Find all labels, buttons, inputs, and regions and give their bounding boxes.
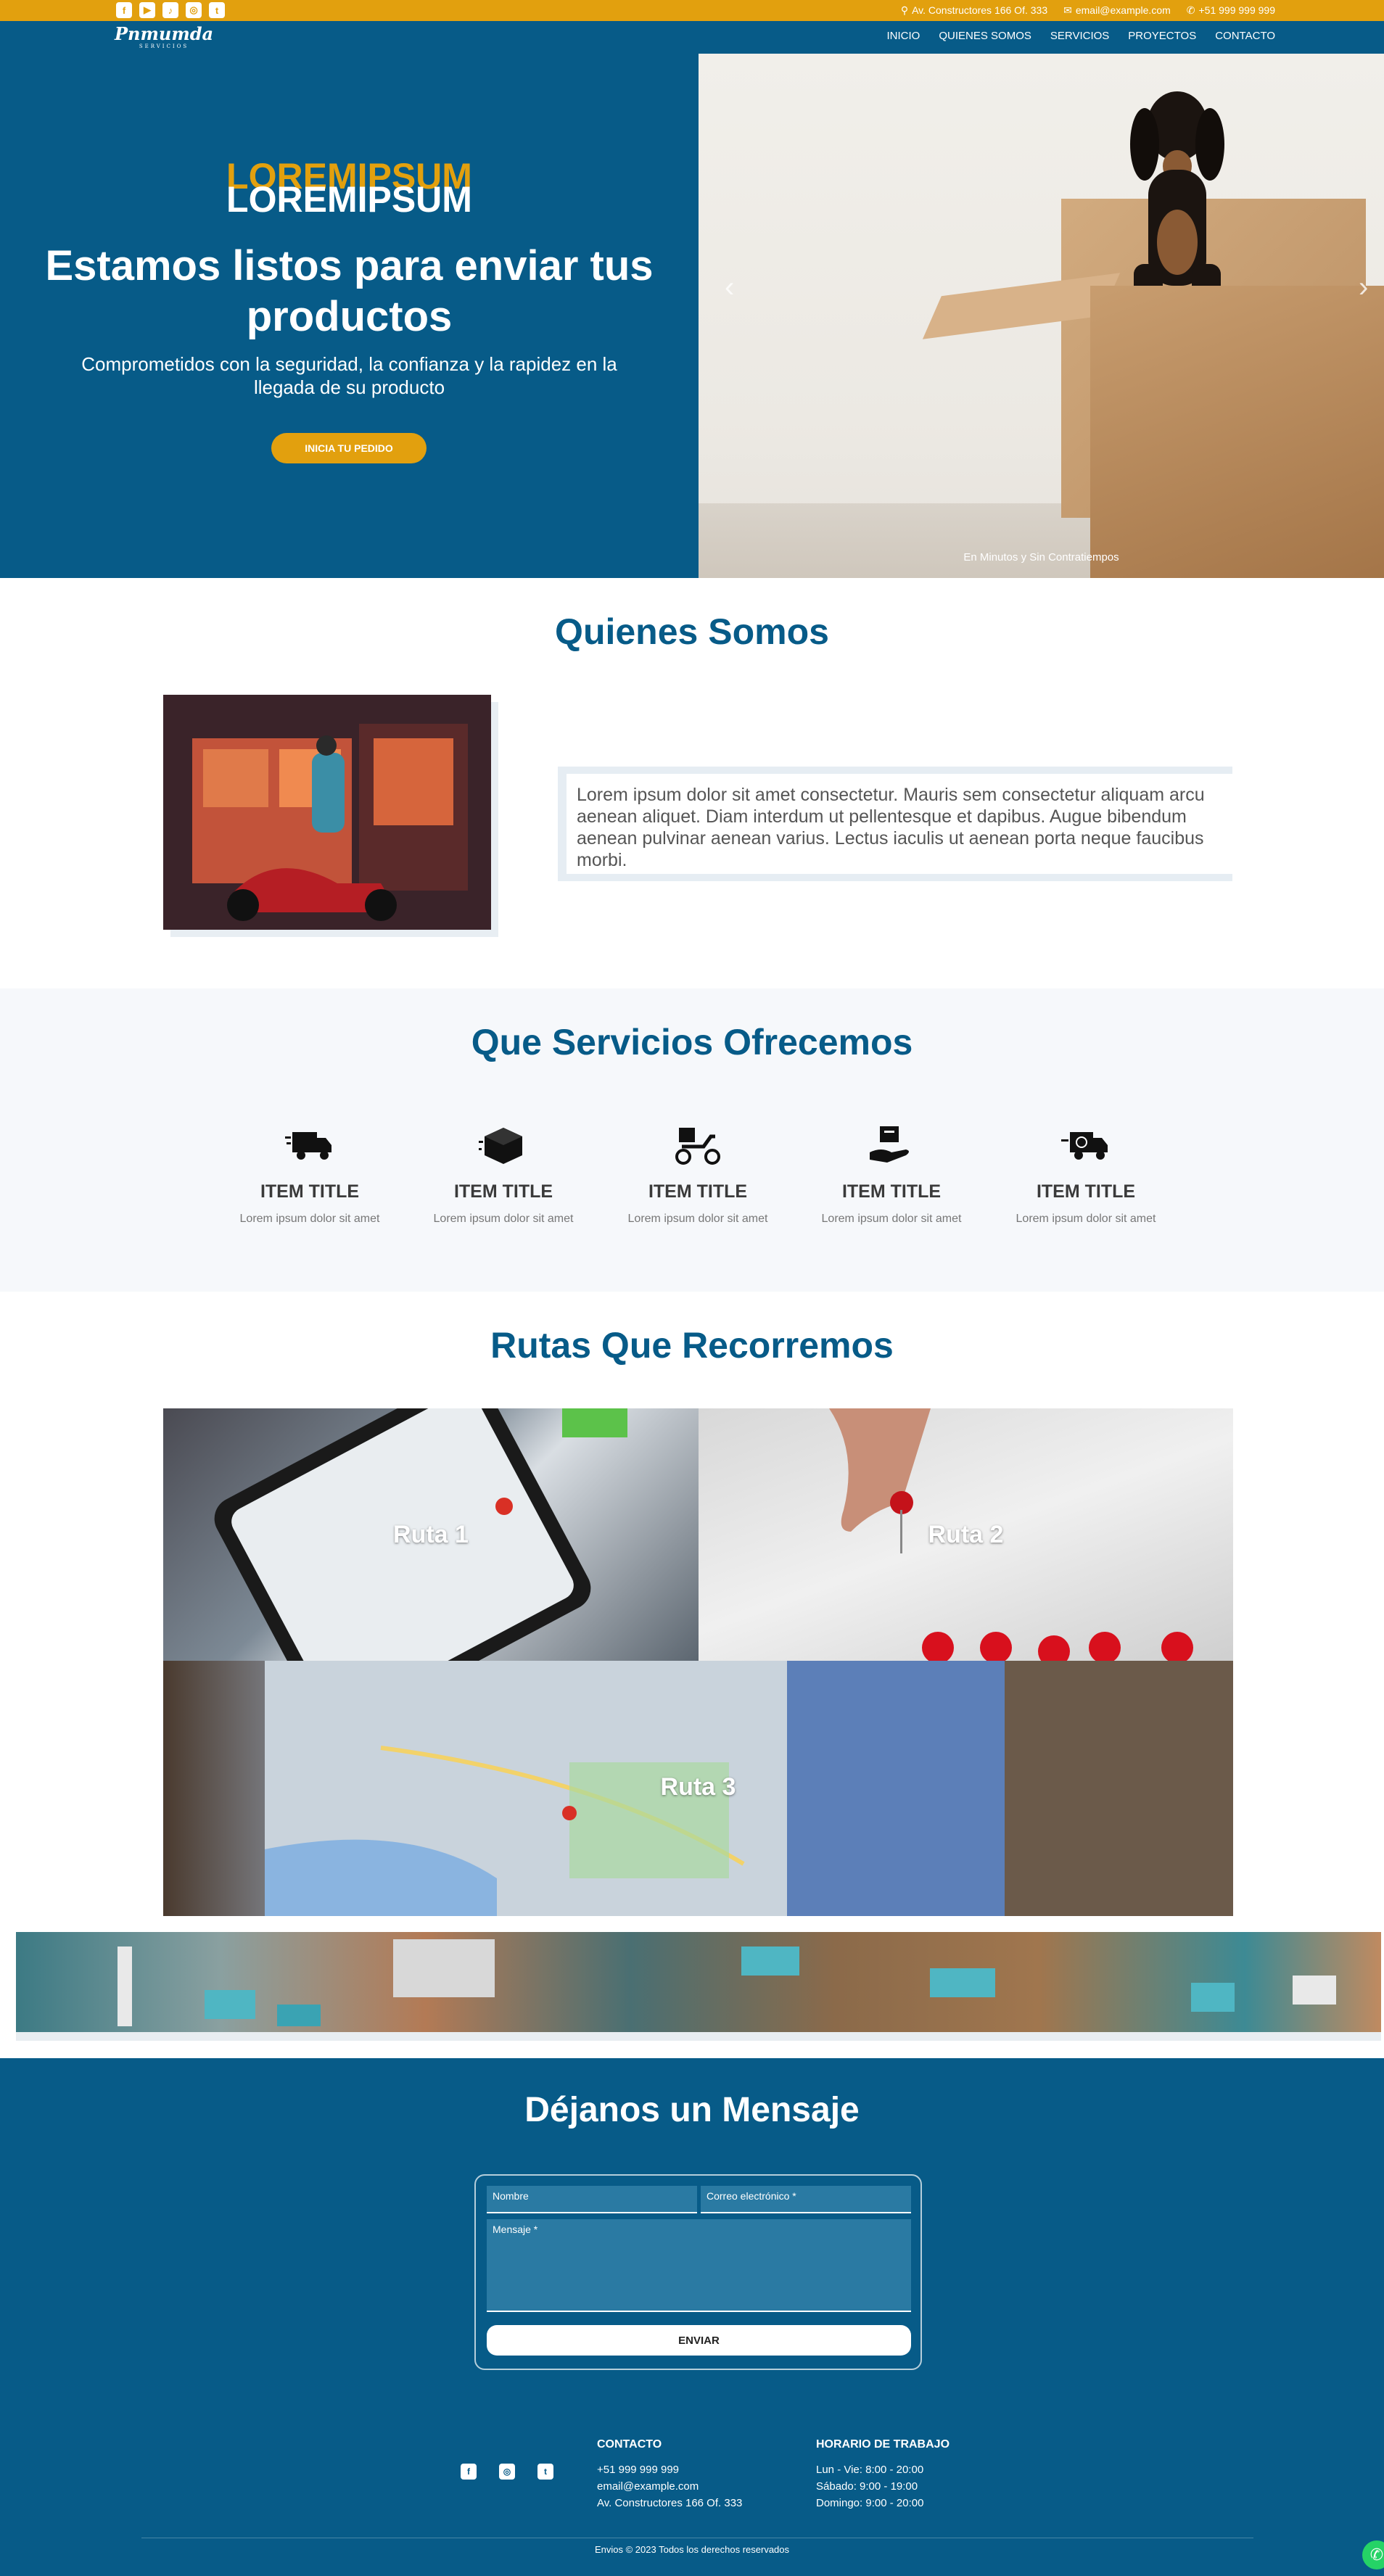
location-icon: ⚲ xyxy=(900,4,909,16)
logo-text[interactable]: Pnmumda xyxy=(115,23,213,44)
footer-contact-title: CONTACTO xyxy=(597,2438,662,2451)
footer-phone[interactable]: +51 999 999 999 xyxy=(597,2461,742,2478)
footer-hours-title: HORARIO DE TRABAJO xyxy=(816,2438,950,2451)
footer-hours-saturday: Sábado: 9:00 - 19:00 xyxy=(816,2480,918,2493)
footer-facebook-icon[interactable]: f xyxy=(461,2464,477,2480)
routes-title: Rutas Que Recorremos xyxy=(490,1325,894,1366)
about-title: Quienes Somos xyxy=(555,611,829,652)
route-card-2[interactable]: Ruta 2 xyxy=(699,1408,1233,1661)
footer-hours-weekday: Lun - Vie: 8:00 - 20:00 xyxy=(816,2464,924,2476)
service-item-title: ITEM TITLE xyxy=(841,1181,942,1202)
facebook-icon[interactable]: f xyxy=(116,2,132,18)
package-box-icon xyxy=(479,1128,522,1164)
delivery-rider-photo xyxy=(163,695,491,930)
service-item-text: Lorem ipsum dolor sit amet xyxy=(239,1213,380,1225)
nav-item-quienes-somos[interactable]: QUIENES SOMOS xyxy=(939,30,1031,42)
service-item: ITEM TITLE Lorem ipsum dolor sit amet xyxy=(999,1126,1173,1226)
service-item-text: Lorem ipsum dolor sit amet xyxy=(627,1213,768,1225)
logo-subtext: SERVICIOS xyxy=(139,44,189,49)
slide-caption: En Minutos y Sin Contratiempos xyxy=(963,551,1119,564)
slider-next-arrow[interactable]: › xyxy=(1359,271,1368,304)
top-address: ⚲ Av. Constructores 166 Of. 333 xyxy=(901,4,1047,17)
contact-form: Nombre Correo electrónico * Mensaje * EN… xyxy=(474,2174,922,2370)
route-card-3[interactable]: Ruta 3 xyxy=(163,1661,1233,1916)
hero-text-panel: LOREMIPSUM LOREMIPSUM Estamos listos par… xyxy=(0,54,699,578)
service-item: ITEM TITLE Lorem ipsum dolor sit amet xyxy=(611,1126,785,1226)
service-item-title: ITEM TITLE xyxy=(453,1181,553,1202)
twitter-icon[interactable]: t xyxy=(209,2,225,18)
main-navbar: Pnmumda SERVICIOS INICIO QUIENES SOMOS SE… xyxy=(0,21,1384,54)
footer-hours-column: HORARIO DE TRABAJO Lun - Vie: 8:00 - 20:… xyxy=(816,2436,950,2511)
contact-title: Déjanos un Mensaje xyxy=(524,2091,860,2129)
top-email-text[interactable]: email@example.com xyxy=(1076,4,1171,16)
nav-item-proyectos[interactable]: PROYECTOS xyxy=(1128,30,1196,42)
hero-slider: ‹ › En Minutos y Sin Contratiempos xyxy=(699,54,1384,578)
top-contact-info: ⚲ Av. Constructores 166 Of. 333 ✉ email@ex… xyxy=(901,4,1275,17)
youtube-icon[interactable]: ▶ xyxy=(139,2,155,18)
start-order-button[interactable]: INICIA TU PEDIDO xyxy=(271,433,427,463)
footer-twitter-icon[interactable]: t xyxy=(537,2464,553,2480)
service-item: ITEM TITLE Lorem ipsum dolor sit amet xyxy=(804,1126,979,1226)
top-address-text: Av. Constructores 166 Of. 333 xyxy=(912,4,1048,16)
footer-email[interactable]: email@example.com xyxy=(597,2478,742,2495)
slider-prev-arrow[interactable]: ‹ xyxy=(725,271,734,304)
nav-item-contacto[interactable]: CONTACTO xyxy=(1215,30,1275,42)
service-item-title: ITEM TITLE xyxy=(260,1181,360,1202)
aerial-trucks-banner xyxy=(16,1932,1381,2041)
services-title: Que Servicios Ofrecemos xyxy=(471,1022,913,1062)
service-item-text: Lorem ipsum dolor sit amet xyxy=(1016,1213,1156,1225)
service-item-text: Lorem ipsum dolor sit amet xyxy=(433,1213,574,1225)
hero-subtitle: Comprometidos con la seguridad, la confi… xyxy=(81,353,617,398)
message-field[interactable]: Mensaje * xyxy=(487,2219,911,2312)
service-item-text: Lorem ipsum dolor sit amet xyxy=(821,1213,962,1225)
top-phone-text[interactable]: +51 999 999 999 xyxy=(1199,4,1276,16)
copyright: Envios © 2023 Todos los derechos reserva… xyxy=(594,2544,790,2555)
send-button[interactable]: ENVIAR xyxy=(487,2325,911,2356)
top-social-links: f ▶ ♪ ◎ t xyxy=(116,2,225,18)
delivery-scooter-icon xyxy=(675,1128,720,1165)
delivery-truck-icon xyxy=(285,1132,331,1160)
name-field[interactable]: Nombre xyxy=(487,2186,697,2213)
hero-brand: LOREMIPSUM xyxy=(226,179,472,220)
top-email[interactable]: ✉ email@example.com xyxy=(1063,4,1171,17)
site-logo[interactable]: Pnmumda SERVICIOS xyxy=(115,23,213,50)
footer-instagram-icon[interactable]: ◎ xyxy=(499,2464,515,2480)
service-item: ITEM TITLE Lorem ipsum dolor sit amet xyxy=(416,1126,590,1226)
nav-item-inicio[interactable]: INICIO xyxy=(887,30,920,42)
route-label: Ruta 1 xyxy=(393,1521,469,1548)
route-label: Ruta 2 xyxy=(928,1521,1004,1548)
hero-title: Estamos listos para enviar tus productos xyxy=(45,242,654,340)
top-phone[interactable]: ✆ +51 999 999 999 xyxy=(1187,4,1275,17)
footer-contact-column: CONTACTO +51 999 999 999 email@example.c… xyxy=(597,2436,742,2511)
nav-menu: INICIO QUIENES SOMOS SERVICIOS PROYECTOS… xyxy=(887,30,1276,42)
route-card-1[interactable]: Ruta 1 xyxy=(163,1408,699,1661)
service-item-title: ITEM TITLE xyxy=(648,1181,748,1202)
about-image xyxy=(163,695,491,930)
footer-address: Av. Constructores 166 Of. 333 xyxy=(597,2497,743,2509)
aerial-trucks-photo xyxy=(16,1939,1381,2041)
slide-box-front xyxy=(1090,286,1384,578)
route-label: Ruta 3 xyxy=(660,1773,736,1801)
email-field[interactable]: Correo electrónico * xyxy=(701,2186,911,2213)
footer-hours-sunday: Domingo: 9:00 - 20:00 xyxy=(816,2497,924,2509)
nav-item-servicios[interactable]: SERVICIOS xyxy=(1050,30,1109,42)
about-text: Lorem ipsum dolor sit amet consectetur. … xyxy=(567,774,1232,874)
hero-section: LOREMIPSUM LOREMIPSUM Estamos listos par… xyxy=(0,54,1384,578)
top-bar: f ▶ ♪ ◎ t ⚲ Av. Constructores 166 Of. 333… xyxy=(0,0,1384,21)
phone-icon: ✆ xyxy=(1186,4,1195,16)
tiktok-icon[interactable]: ♪ xyxy=(162,2,178,18)
hand-package-icon xyxy=(870,1126,909,1163)
service-item-title: ITEM TITLE xyxy=(1036,1181,1136,1202)
mail-icon: ✉ xyxy=(1063,4,1072,16)
service-item: ITEM TITLE Lorem ipsum dolor sit amet xyxy=(223,1126,397,1226)
fast-truck-icon xyxy=(1061,1132,1108,1160)
instagram-icon[interactable]: ◎ xyxy=(186,2,202,18)
about-quote: Lorem ipsum dolor sit amet consectetur. … xyxy=(558,767,1232,881)
